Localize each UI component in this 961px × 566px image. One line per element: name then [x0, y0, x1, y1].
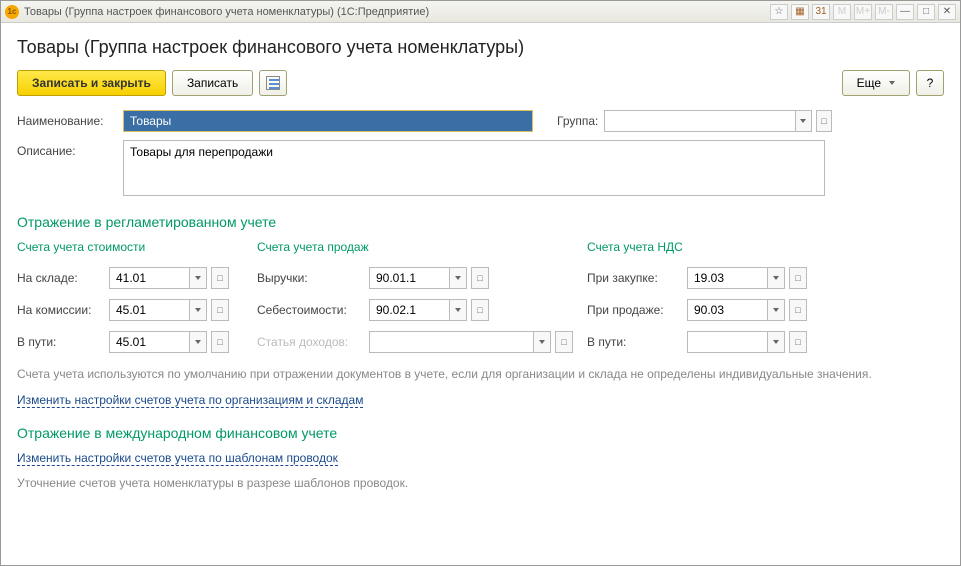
revenue-label: Выручки: [257, 271, 369, 285]
vat-sale-label: При продаже: [587, 303, 687, 317]
col-sales: Счета учета продаж Выручки: Себестоимост… [257, 240, 587, 358]
col-cost: Счета учета стоимости На складе: На коми… [17, 240, 257, 358]
cogs-input[interactable] [369, 299, 449, 321]
intl-note: Уточнение счетов учета номенклатуры в ра… [17, 475, 944, 492]
chevron-down-icon[interactable] [189, 299, 207, 321]
col-cost-title: Счета учета стоимости [17, 240, 257, 254]
name-input[interactable] [123, 110, 533, 132]
open-icon[interactable] [211, 267, 229, 289]
chevron-down-icon[interactable] [533, 331, 551, 353]
favorite-icon[interactable]: ☆ [770, 4, 788, 20]
open-icon[interactable] [471, 267, 489, 289]
open-icon[interactable] [789, 331, 807, 353]
close-icon[interactable]: ✕ [938, 4, 956, 20]
col-sales-title: Счета учета продаж [257, 240, 587, 254]
page-title: Товары (Группа настроек финансового учет… [17, 37, 944, 58]
list-icon [266, 76, 280, 90]
open-icon[interactable] [211, 331, 229, 353]
change-template-accounts-link[interactable]: Изменить настройки счетов учета по шабло… [17, 451, 338, 466]
warehouse-label: На складе: [17, 271, 109, 285]
minimize-icon[interactable]: — [896, 4, 914, 20]
vat-sale-input[interactable] [687, 299, 767, 321]
name-label: Наименование: [17, 110, 117, 128]
open-icon[interactable] [555, 331, 573, 353]
vat-purchase-input[interactable] [687, 267, 767, 289]
group-open-icon[interactable] [816, 110, 833, 132]
group-input[interactable] [604, 110, 794, 132]
accounts-columns: Счета учета стоимости На складе: На коми… [17, 240, 944, 358]
group-dropdown-icon[interactable] [795, 110, 812, 132]
maximize-icon[interactable]: □ [917, 4, 935, 20]
vat-sale-combo[interactable] [687, 299, 807, 321]
chevron-down-icon[interactable] [767, 299, 785, 321]
vat-transit-input[interactable] [687, 331, 767, 353]
group-combo[interactable] [604, 110, 832, 132]
income-item-combo[interactable] [369, 331, 573, 353]
warehouse-combo[interactable] [109, 267, 229, 289]
help-button[interactable]: ? [916, 70, 944, 96]
income-item-input[interactable] [369, 331, 533, 353]
memory-mminus-icon: M- [875, 4, 893, 20]
income-item-label: Статья доходов: [257, 335, 369, 349]
transit-input[interactable] [109, 331, 189, 353]
group-label: Группа: [557, 110, 598, 128]
open-icon[interactable] [789, 299, 807, 321]
revenue-combo[interactable] [369, 267, 489, 289]
change-org-accounts-link[interactable]: Изменить настройки счетов учета по орган… [17, 393, 363, 408]
section-intl-title: Отражение в международном финансовом уче… [17, 425, 944, 441]
open-icon[interactable] [211, 299, 229, 321]
chevron-down-icon[interactable] [767, 267, 785, 289]
commission-input[interactable] [109, 299, 189, 321]
save-button[interactable]: Записать [172, 70, 253, 96]
desc-row: Описание: [17, 140, 944, 196]
commission-combo[interactable] [109, 299, 229, 321]
app-icon: 1c [5, 5, 19, 19]
vat-purchase-label: При закупке: [587, 271, 687, 285]
revenue-input[interactable] [369, 267, 449, 289]
cogs-combo[interactable] [369, 299, 489, 321]
col-vat: Счета учета НДС При закупке: При продаже… [587, 240, 907, 358]
chevron-down-icon[interactable] [189, 331, 207, 353]
vat-purchase-combo[interactable] [687, 267, 807, 289]
window-title: Товары (Группа настроек финансового учет… [24, 6, 770, 18]
calc-icon[interactable]: ▦ [791, 4, 809, 20]
content-area: Товары (Группа настроек финансового учет… [1, 23, 960, 565]
cogs-label: Себестоимости: [257, 303, 369, 317]
memory-m-icon: M [833, 4, 851, 20]
col-vat-title: Счета учета НДС [587, 240, 907, 254]
calendar-icon[interactable]: 31 [812, 4, 830, 20]
desc-input[interactable] [123, 140, 825, 196]
transit-label: В пути: [17, 335, 109, 349]
open-icon[interactable] [471, 299, 489, 321]
transit-combo[interactable] [109, 331, 229, 353]
toolbar: Записать и закрыть Записать Еще ? [17, 70, 944, 96]
reg-note: Счета учета используются по умолчанию пр… [17, 366, 944, 383]
commission-label: На комиссии: [17, 303, 109, 317]
open-icon[interactable] [789, 267, 807, 289]
more-button[interactable]: Еще [842, 70, 910, 96]
section-reg-title: Отражение в регламетированном учете [17, 214, 944, 230]
list-button[interactable] [259, 70, 287, 96]
chevron-down-icon[interactable] [449, 267, 467, 289]
vat-transit-combo[interactable] [687, 331, 807, 353]
name-row: Наименование: Группа: [17, 110, 944, 132]
chevron-down-icon[interactable] [449, 299, 467, 321]
titlebar: 1c Товары (Группа настроек финансового у… [1, 1, 960, 23]
warehouse-input[interactable] [109, 267, 189, 289]
chevron-down-icon[interactable] [189, 267, 207, 289]
save-close-button[interactable]: Записать и закрыть [17, 70, 166, 96]
desc-label: Описание: [17, 140, 117, 158]
memory-mplus-icon: M+ [854, 4, 872, 20]
vat-transit-label: В пути: [587, 335, 687, 349]
chevron-down-icon[interactable] [767, 331, 785, 353]
window: 1c Товары (Группа настроек финансового у… [0, 0, 961, 566]
